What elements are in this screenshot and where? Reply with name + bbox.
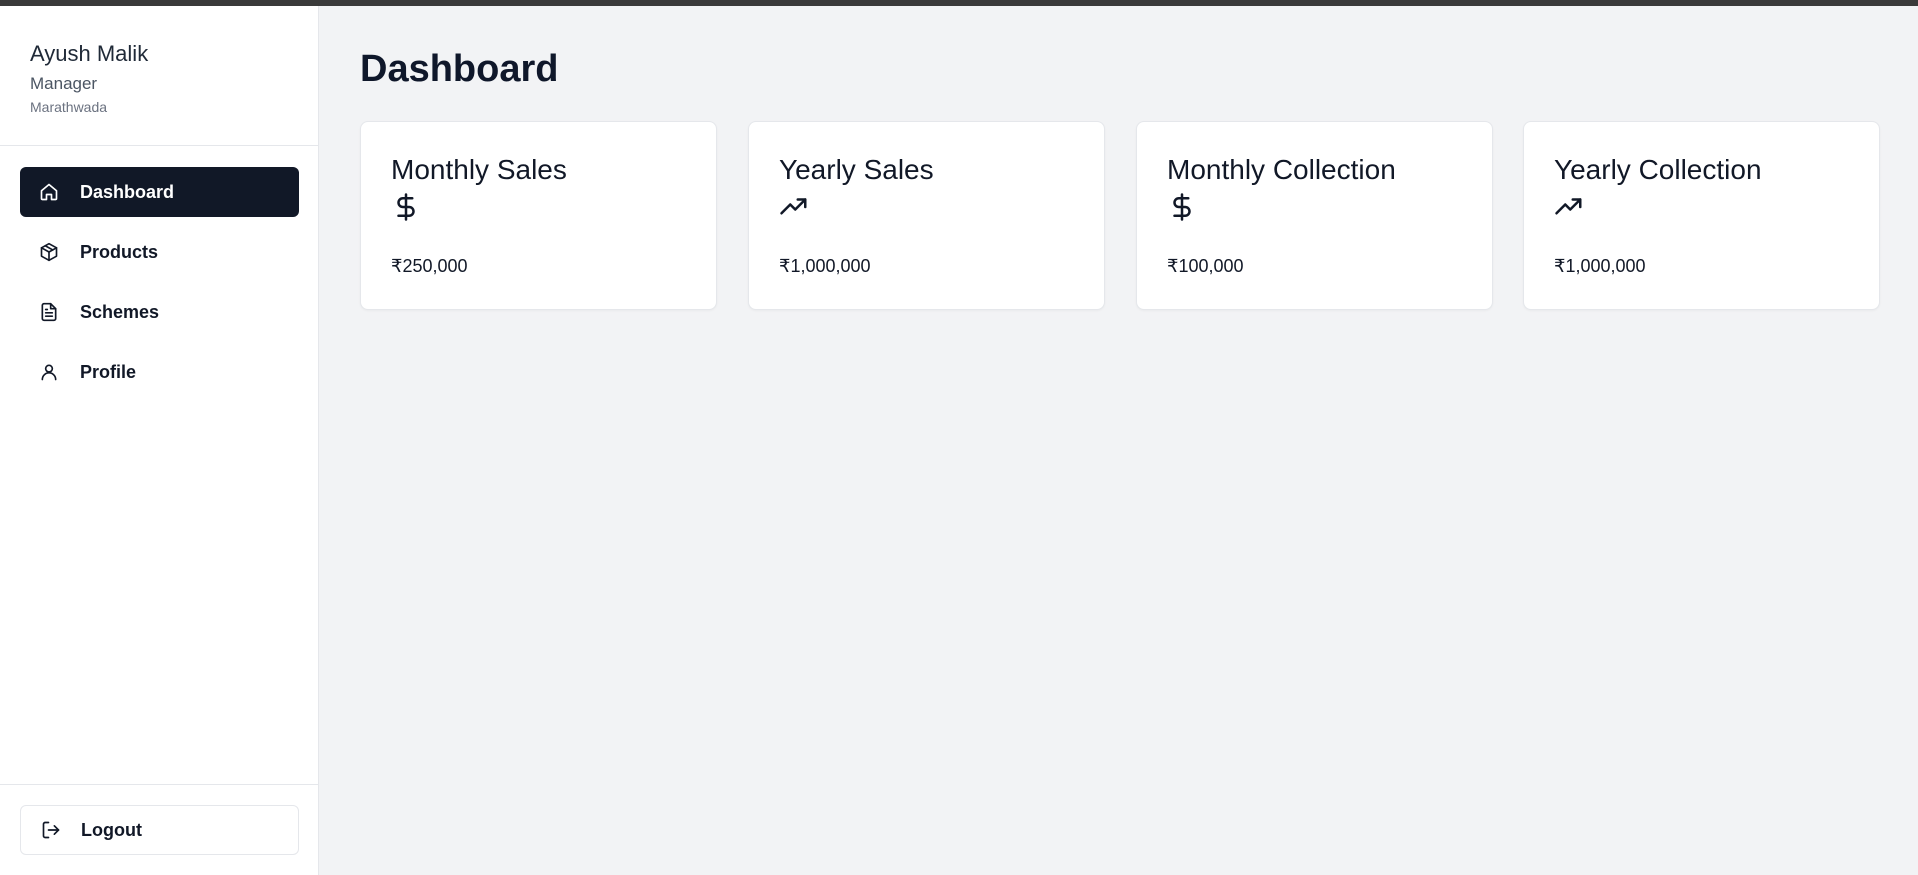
card-value: ₹1,000,000 bbox=[779, 256, 871, 276]
card-title: Monthly Collection bbox=[1167, 154, 1396, 185]
stat-card-yearly-collection: Yearly Collection ₹1,000,000 bbox=[1523, 121, 1880, 310]
stat-card-monthly-sales: Monthly Sales ₹250,000 bbox=[360, 121, 717, 310]
main-content: Dashboard Monthly Sales ₹250,000 Yearly … bbox=[320, 6, 1918, 875]
sidebar-item-label: Dashboard bbox=[80, 182, 175, 202]
card-title: Yearly Collection bbox=[1554, 154, 1762, 185]
file-text-icon bbox=[39, 302, 59, 322]
sidebar-item-profile[interactable]: Profile bbox=[20, 347, 299, 397]
user-role: Manager bbox=[30, 74, 98, 93]
user-name: Ayush Malik bbox=[30, 41, 149, 66]
user-region: Marathwada bbox=[30, 99, 108, 115]
sidebar-item-products[interactable]: Products bbox=[20, 227, 299, 277]
logout-button[interactable]: Logout bbox=[20, 805, 299, 855]
logout-label: Logout bbox=[81, 820, 142, 840]
dollar-icon bbox=[391, 192, 421, 222]
sidebar: Ayush Malik Manager Marathwada Dashboard bbox=[0, 6, 319, 875]
sidebar-footer: Logout bbox=[0, 784, 318, 875]
stat-card-yearly-sales: Yearly Sales ₹1,000,000 bbox=[748, 121, 1105, 310]
stat-card-monthly-collection: Monthly Collection ₹100,000 bbox=[1136, 121, 1493, 310]
card-value: ₹1,000,000 bbox=[1554, 256, 1646, 276]
user-info: Ayush Malik Manager Marathwada bbox=[0, 6, 318, 146]
package-icon bbox=[39, 242, 59, 262]
sidebar-item-label: Profile bbox=[80, 362, 137, 382]
stats-cards: Monthly Sales ₹250,000 Yearly Sales ₹1,0… bbox=[360, 121, 1880, 311]
card-title: Monthly Sales bbox=[391, 154, 567, 185]
sidebar-item-dashboard[interactable]: Dashboard bbox=[20, 167, 299, 217]
sidebar-nav: Dashboard Products Schemes Profile bbox=[20, 167, 299, 407]
sidebar-item-label: Products bbox=[80, 242, 159, 262]
page-title: Dashboard bbox=[360, 48, 559, 90]
card-value: ₹250,000 bbox=[391, 256, 468, 276]
sidebar-item-label: Schemes bbox=[80, 302, 160, 322]
dollar-icon bbox=[1167, 192, 1197, 222]
sidebar-item-schemes[interactable]: Schemes bbox=[20, 287, 299, 337]
trending-up-icon bbox=[1554, 192, 1584, 222]
card-value: ₹100,000 bbox=[1167, 256, 1244, 276]
trending-up-icon bbox=[779, 192, 809, 222]
card-title: Yearly Sales bbox=[779, 154, 934, 185]
home-icon bbox=[39, 182, 59, 202]
logout-icon bbox=[41, 820, 61, 840]
user-icon bbox=[39, 362, 59, 382]
